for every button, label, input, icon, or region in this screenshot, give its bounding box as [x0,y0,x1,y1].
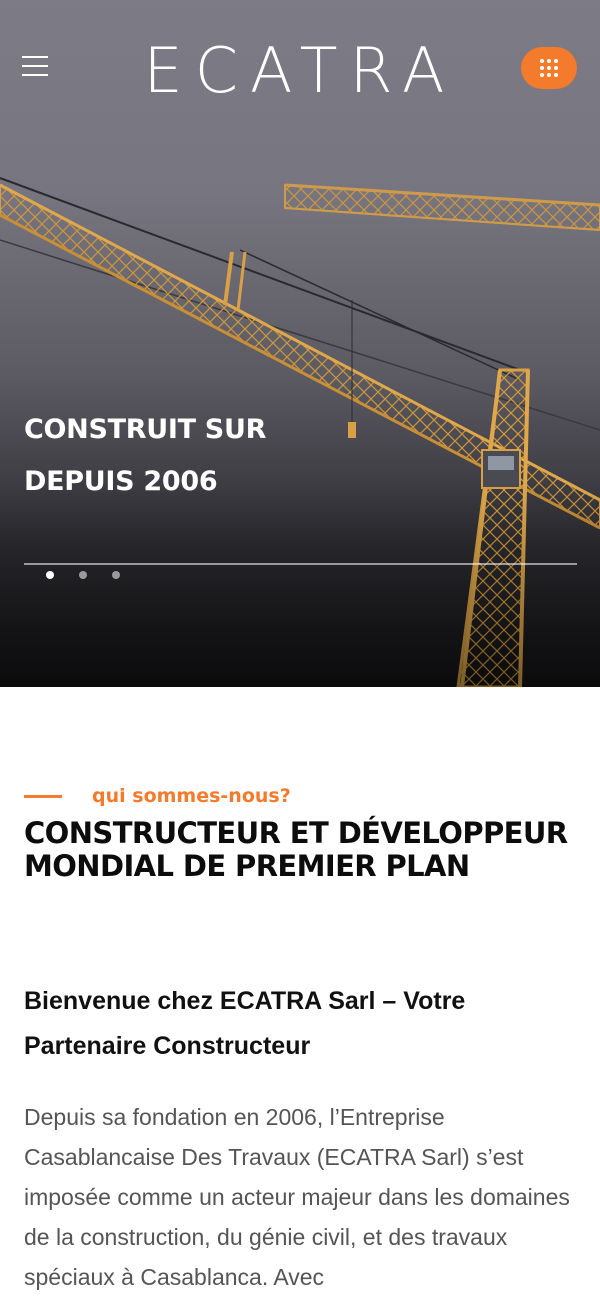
hero-title: CONSTRUIT SUR DEPUIS 2006 [24,404,544,508]
site-logo[interactable]: ECATRA [0,36,600,106]
hero-title-line-1: CONSTRUIT SUR [24,414,267,445]
hero-title-line-2: DEPUIS 2006 [24,466,218,497]
section-title: CONSTRUCTEUR ET DÉVELOPPEUR MONDIAL DE P… [24,816,568,883]
slide-dot-1[interactable] [46,571,54,579]
section-body-text: Depuis sa fondation en 2006, l’Entrepris… [24,1104,570,1290]
slider-pagination [46,571,120,579]
section-eyebrow: qui sommes-nous? [24,785,291,807]
grid-dots-icon [540,59,558,77]
eyebrow-label: qui sommes-nous? [92,785,291,807]
slide-dot-3[interactable] [112,571,120,579]
slide-dot-2[interactable] [79,571,87,579]
apps-menu-button[interactable] [521,47,577,89]
top-navigation: ECATRA [0,0,600,140]
accent-dash [24,794,62,798]
section-subtitle: Bienvenue chez ECATRA Sarl – Votre Parte… [24,987,466,1060]
slider-progress-line [24,563,577,565]
hero-banner: ECATRA CONSTRUIT SUR DEPUIS 2006 [0,0,600,687]
